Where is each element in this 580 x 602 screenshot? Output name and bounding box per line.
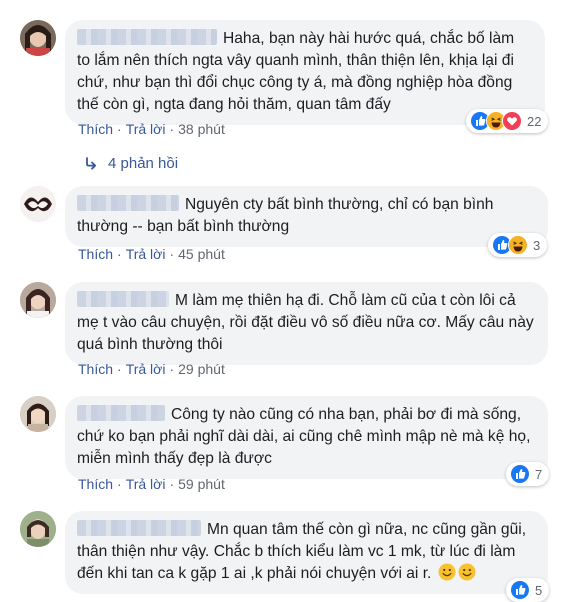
timestamp[interactable]: 29 phút [178, 361, 225, 377]
like-link[interactable]: Thích [78, 476, 113, 492]
like-link[interactable]: Thích [78, 246, 113, 262]
reaction-count: 5 [535, 582, 543, 598]
reply-link[interactable]: Trả lời [126, 246, 166, 262]
reply-link[interactable]: Trả lời [126, 121, 166, 137]
timestamp[interactable]: 45 phút [178, 246, 225, 262]
avatar[interactable] [20, 282, 56, 318]
timestamp[interactable]: 38 phút [178, 121, 225, 137]
reaction-summary[interactable]: 3 [488, 233, 548, 257]
like-link[interactable]: Thích [78, 361, 113, 377]
comment-bubble: Mn quan tâm thế còn gì nữa, nc cũng gần … [65, 511, 548, 594]
view-replies-link[interactable]: 4 phản hồi [84, 155, 178, 172]
reaction-summary[interactable]: 22 [466, 109, 549, 133]
reaction-summary[interactable]: 7 [506, 462, 550, 486]
avatar[interactable] [20, 396, 56, 432]
reply-link[interactable]: Trả lời [126, 361, 166, 377]
reaction-summary[interactable]: 5 [506, 578, 550, 602]
comment-bubble: Nguyên cty bất bình thường, chỉ có bạn b… [65, 186, 548, 247]
blurred-author-name[interactable] [77, 29, 217, 45]
avatar[interactable] [20, 511, 56, 547]
blurred-author-name[interactable] [77, 405, 165, 421]
smile-emoji-icon [458, 563, 476, 581]
avatar[interactable] [20, 20, 56, 56]
reply-arrow-icon [86, 156, 97, 170]
blurred-author-name[interactable] [77, 520, 201, 536]
love-icon [502, 111, 522, 131]
comment-bubble: M làm mẹ thiên hạ đi. Chỗ làm cũ của t c… [65, 282, 548, 365]
blurred-author-name[interactable] [77, 195, 179, 211]
blurred-author-name[interactable] [77, 291, 169, 307]
smile-emoji-icon [438, 563, 456, 581]
reaction-count: 3 [533, 237, 541, 253]
reply-link[interactable]: Trả lời [126, 476, 166, 492]
haha-icon [508, 235, 528, 255]
reaction-count: 22 [527, 113, 542, 129]
like-icon [510, 580, 530, 600]
reaction-count: 7 [535, 466, 543, 482]
comment-bubble: Công ty nào cũng có nha bạn, phải bơ đi … [65, 396, 548, 479]
comment-actions: Thích · Trả lời · 45 phút [78, 246, 225, 262]
replies-count[interactable]: 4 phản hồi [108, 155, 178, 172]
avatar[interactable] [20, 186, 56, 222]
comment-actions: Thích · Trả lời · 38 phút [78, 121, 225, 137]
comment-actions: Thích · Trả lời · 29 phút [78, 361, 225, 377]
comment-actions: Thích · Trả lời · 59 phút [78, 476, 225, 492]
like-icon [510, 464, 530, 484]
timestamp[interactable]: 59 phút [178, 476, 225, 492]
like-link[interactable]: Thích [78, 121, 113, 137]
